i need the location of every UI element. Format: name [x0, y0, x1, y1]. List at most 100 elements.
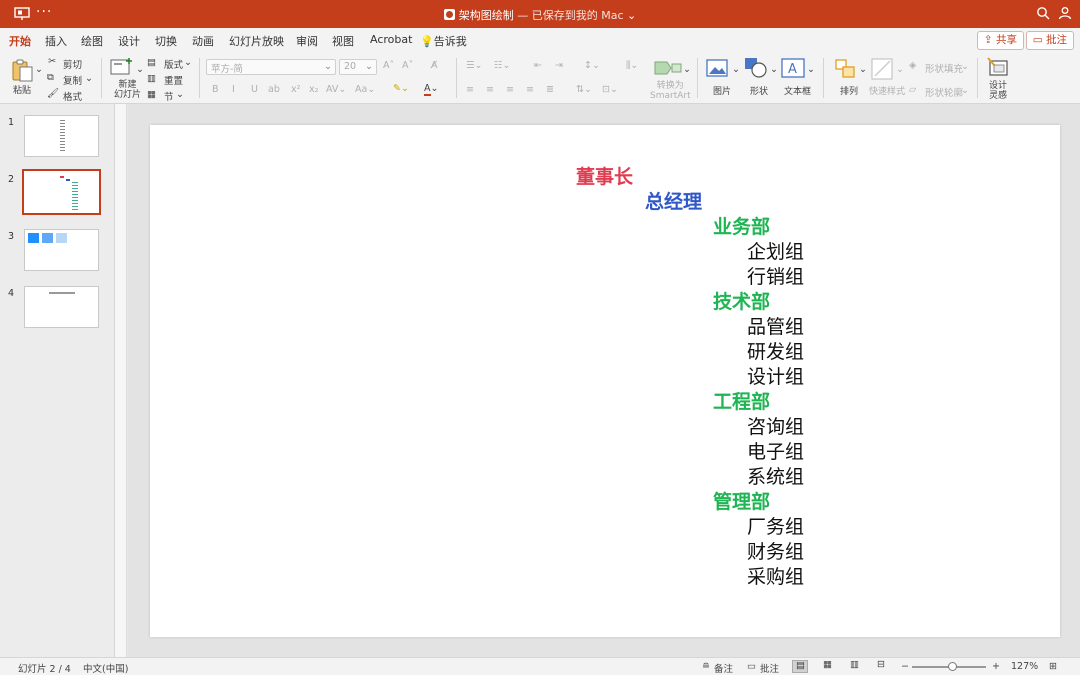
chevron-down-icon[interactable]: ⌄	[627, 9, 636, 22]
copy-dropdown-icon[interactable]: ⌄	[85, 73, 93, 84]
group-line[interactable]: 咨询组	[747, 415, 804, 440]
textbox-dropdown-icon[interactable]: ⌄	[807, 64, 815, 75]
design-ideas-button[interactable]: 设计 灵感	[989, 81, 1007, 101]
align-left-icon[interactable]: ≡	[466, 84, 474, 95]
bold-icon[interactable]: B	[212, 84, 219, 95]
group-line[interactable]: 设计组	[747, 365, 804, 390]
section-button[interactable]: 节	[164, 89, 174, 103]
group-line[interactable]: 财务组	[747, 540, 804, 565]
department-line[interactable]: 业务部	[713, 215, 770, 240]
comments-button[interactable]: ▭ 批注	[1025, 31, 1074, 50]
tab-animations[interactable]: 动画	[192, 33, 214, 49]
tab-slideshow[interactable]: 幻灯片放映	[229, 33, 284, 49]
bullets-icon[interactable]: ☰⌄	[466, 60, 482, 71]
reading-view-button[interactable]: ▥	[847, 659, 863, 673]
reset-icon[interactable]: ▥	[147, 73, 156, 84]
picture-icon[interactable]	[706, 58, 730, 78]
department-line[interactable]: 技术部	[713, 290, 770, 315]
zoom-in-icon[interactable]: +	[992, 661, 1000, 672]
notes-icon[interactable]: ≘	[702, 661, 710, 672]
convert-smartart-button[interactable]: 转换为 SmartArt	[650, 81, 691, 101]
slide-thumbnail-1[interactable]	[24, 115, 99, 157]
increase-indent-icon[interactable]: ⇥	[555, 60, 563, 71]
new-slide-dropdown-icon[interactable]: ⌄	[136, 64, 144, 75]
text-direction-icon[interactable]: ⇅⌄	[576, 84, 592, 95]
chevron-down-icon[interactable]: ⌄	[324, 61, 332, 72]
smartart-icon[interactable]	[653, 58, 683, 78]
paste-dropdown-icon[interactable]: ⌄	[35, 64, 43, 75]
textbox-icon[interactable]: A	[781, 58, 805, 78]
quick-styles-dropdown-icon[interactable]: ⌄	[896, 64, 904, 75]
character-spacing-icon[interactable]: AV⌄	[326, 84, 346, 95]
copy-icon[interactable]: ⧉	[47, 72, 54, 83]
change-case-icon[interactable]: Aa⌄	[355, 84, 375, 95]
increase-font-icon[interactable]: A˄	[383, 60, 394, 71]
slide-canvas[interactable]: 董事长 总经理 业务部 企划组 行销组 技术部 品管组 研发组 设计组 工程部 咨询组 电子组 系统组管…	[150, 125, 1060, 637]
department-line[interactable]: 工程部	[713, 390, 770, 415]
account-icon[interactable]	[1058, 6, 1072, 20]
format-painter-icon[interactable]: 🖌	[47, 88, 59, 99]
group-line[interactable]: 品管组	[747, 315, 804, 340]
language-indicator[interactable]: 中文(中国)	[83, 661, 128, 675]
slide-thumbnail-2[interactable]	[22, 169, 101, 215]
shape-dropdown-icon[interactable]: ⌄	[770, 64, 778, 75]
group-line[interactable]: 系统组	[747, 465, 804, 490]
reset-button[interactable]: 重置	[164, 73, 183, 87]
layout-button[interactable]: 版式	[164, 57, 183, 71]
align-right-icon[interactable]: ≡	[506, 84, 514, 95]
shape-fill-button[interactable]: 形状填充	[925, 61, 963, 75]
group-line[interactable]: 电子组	[747, 440, 804, 465]
arrange-button[interactable]: 排列	[840, 84, 858, 97]
quick-styles-icon[interactable]	[871, 57, 895, 81]
columns-icon[interactable]: ⫼⌄	[626, 60, 638, 71]
clear-formatting-icon[interactable]: A̸	[431, 60, 438, 71]
group-line[interactable]: 研发组	[747, 340, 804, 365]
decrease-indent-icon[interactable]: ⇤	[534, 60, 542, 71]
italic-icon[interactable]: I	[232, 84, 235, 95]
normal-view-button[interactable]: ▤	[792, 660, 808, 673]
paste-icon[interactable]	[10, 57, 36, 83]
layout-dropdown-icon[interactable]: ⌄	[184, 57, 192, 68]
font-size-combo[interactable]: 20 ⌄	[339, 59, 377, 75]
new-slide-icon[interactable]	[110, 57, 134, 79]
slide-thumbnail-4[interactable]	[24, 286, 99, 328]
smartart-dropdown-icon[interactable]: ⌄	[683, 64, 691, 75]
line-spacing-icon[interactable]: ↕⌄	[584, 60, 600, 71]
section-dropdown-icon[interactable]: ⌄	[176, 89, 184, 100]
shape-outline-icon[interactable]: ▱	[909, 84, 916, 95]
document-title[interactable]: 架构图绘制 — 已保存到我的 Mac ⌄	[0, 7, 1080, 23]
slide-sorter-button[interactable]: ▦	[820, 659, 836, 673]
group-line[interactable]: 企划组	[747, 240, 804, 265]
shape-fill-dropdown-icon[interactable]: ⌄	[961, 61, 969, 72]
highlight-color-icon[interactable]: ✎⌄	[393, 83, 409, 94]
slideshow-button[interactable]: ⊟	[874, 659, 890, 673]
tab-review[interactable]: 审阅	[296, 33, 318, 49]
panel-splitter[interactable]	[115, 104, 127, 657]
decrease-font-icon[interactable]: A˅	[402, 60, 413, 71]
tab-design[interactable]: 设计	[118, 33, 140, 49]
comments-status-button[interactable]: 批注	[760, 661, 779, 675]
tab-draw[interactable]: 绘图	[81, 33, 103, 49]
shape-icon[interactable]	[744, 56, 768, 80]
group-line[interactable]: 行销组	[747, 265, 804, 290]
numbering-icon[interactable]: ☷⌄	[494, 60, 510, 71]
distributed-icon[interactable]: ≣	[546, 84, 554, 95]
format-painter-button[interactable]: 格式	[63, 89, 82, 103]
arrange-dropdown-icon[interactable]: ⌄	[859, 64, 867, 75]
underline-icon[interactable]: U	[251, 84, 258, 95]
fit-to-window-icon[interactable]: ⊞	[1049, 661, 1057, 672]
slide-thumbnail-panel[interactable]: 1 2 3 4	[0, 104, 115, 657]
search-icon[interactable]	[1036, 6, 1050, 20]
share-button[interactable]: ⇪ 共享	[976, 31, 1024, 50]
shape-outline-dropdown-icon[interactable]: ⌄	[961, 85, 969, 96]
font-name-combo[interactable]: 苹方-简 ⌄	[206, 59, 336, 75]
tab-view[interactable]: 视图	[332, 33, 354, 49]
tab-home[interactable]: 开始	[9, 33, 31, 54]
department-line[interactable]: 管理部	[713, 490, 770, 515]
layout-icon[interactable]: ▤	[147, 57, 156, 68]
zoom-slider-handle[interactable]	[948, 662, 957, 671]
font-color-icon[interactable]: A⌄	[424, 83, 438, 96]
cut-button[interactable]: 剪切	[63, 57, 82, 71]
justify-icon[interactable]: ≡	[526, 84, 534, 95]
shape-button[interactable]: 形状	[750, 84, 768, 97]
